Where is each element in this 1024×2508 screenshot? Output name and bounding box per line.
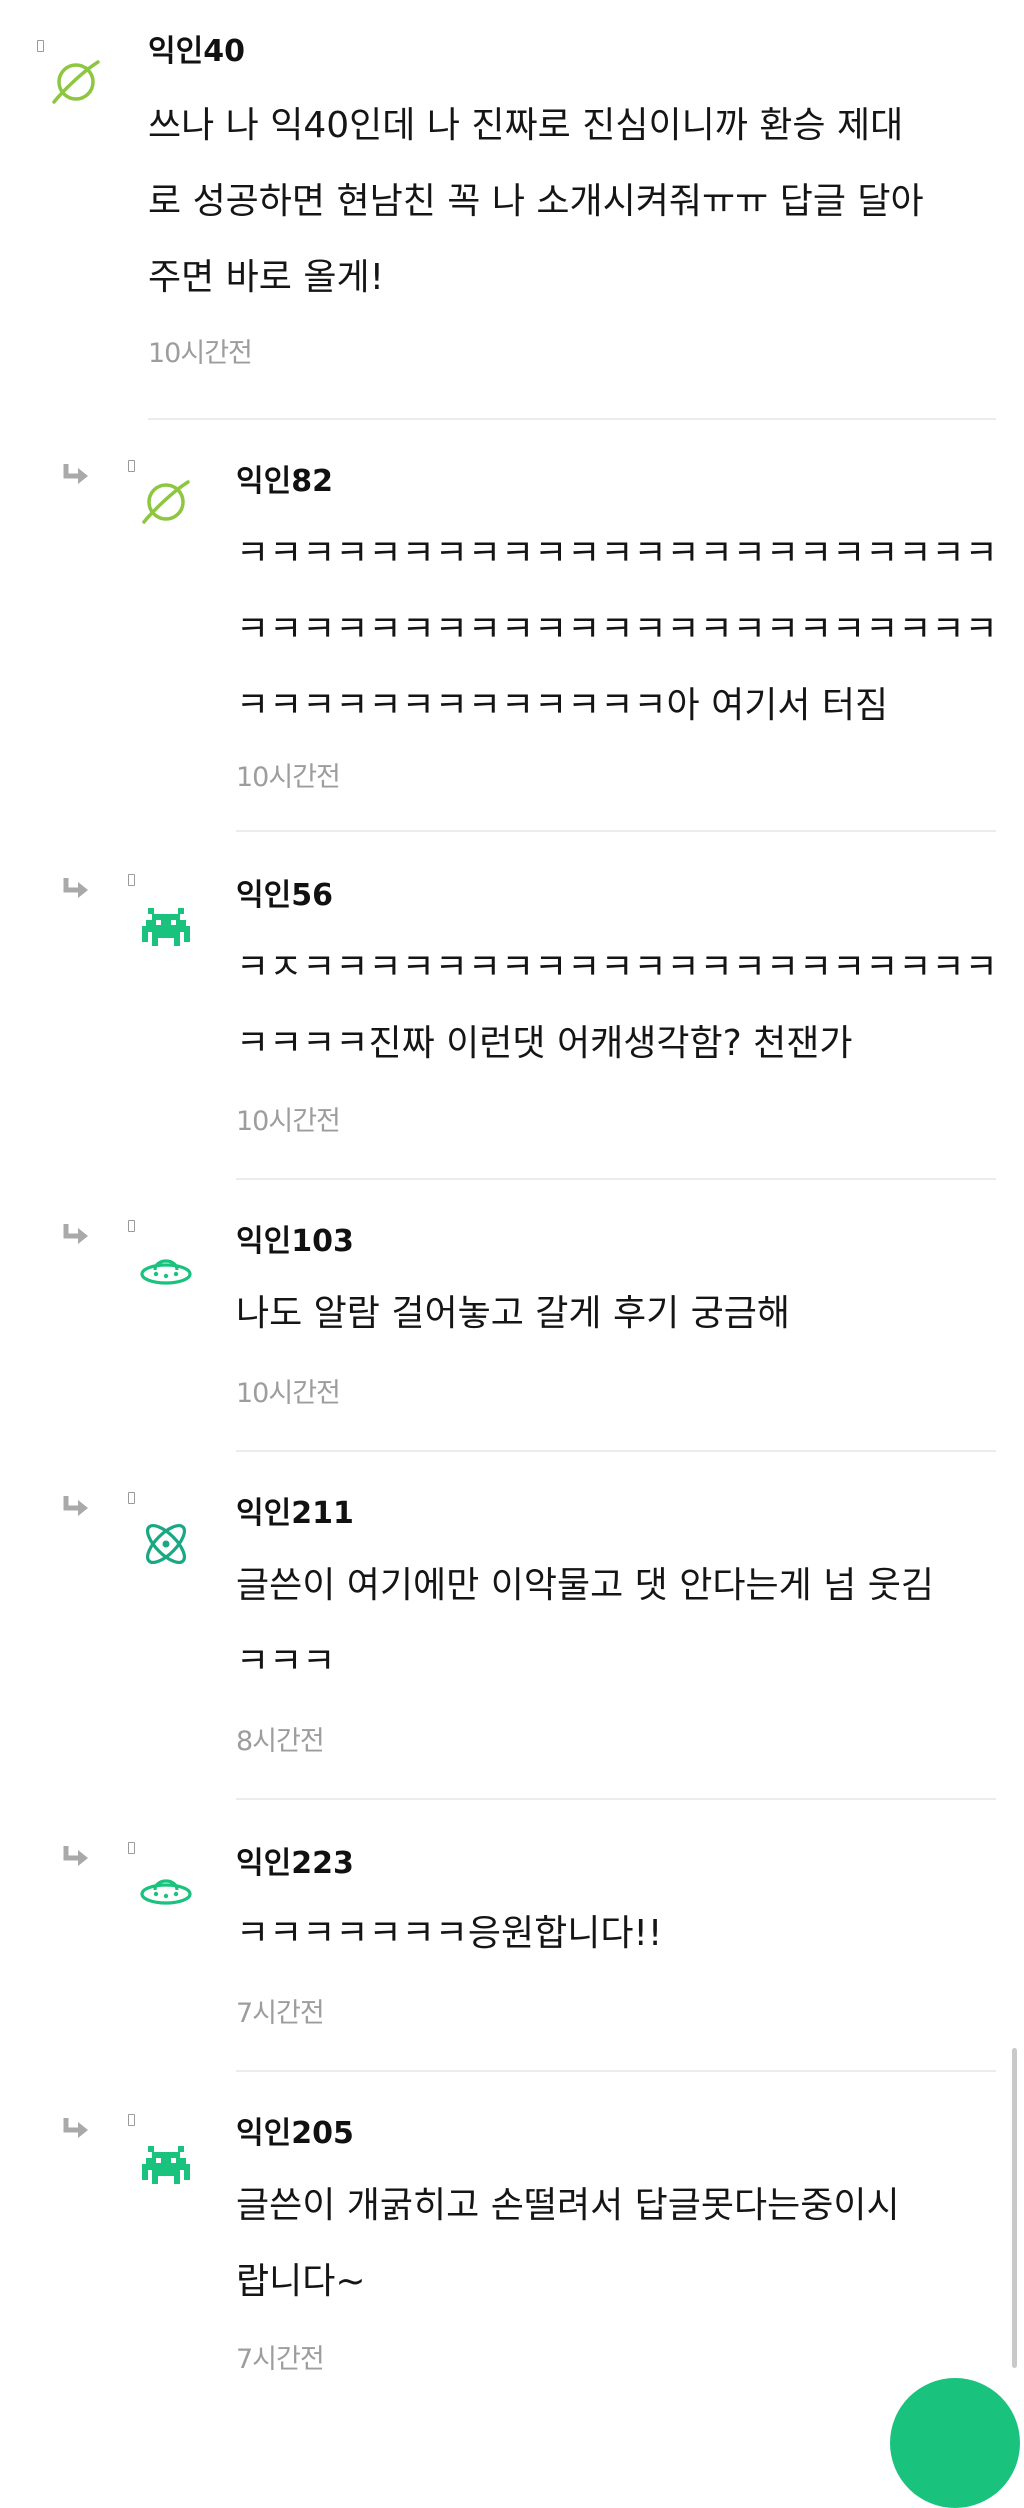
reply-item: 익인82 ㅋㅋㅋㅋㅋㅋㅋㅋㅋㅋㅋㅋㅋㅋㅋㅋㅋㅋㅋㅋㅋㅋㅋ ㅋㅋㅋㅋㅋㅋㅋㅋㅋㅋㅋ… bbox=[0, 420, 1024, 852]
comment-body: 나도 알람 걸어놓고 갈게 후기 궁금해 bbox=[236, 1276, 1016, 1352]
comment-time: 8시간전 bbox=[236, 1726, 325, 1757]
comment-item: 익인40 쓰나 나 익40인데 나 진짜로 진심이니까 환승 제대 로 성공하면… bbox=[0, 0, 1024, 420]
report-flag-icon[interactable] bbox=[128, 874, 135, 886]
report-flag-icon[interactable] bbox=[128, 460, 135, 472]
space-invader-icon bbox=[142, 2146, 190, 2184]
comment-time: 10시간전 bbox=[236, 762, 341, 793]
reply-item: 익인56 ㅋㅈㅋㅋㅋㅋㅋㅋㅋㅋㅋㅋㅋㅋㅋㅋㅋㅋㅋㅋㅋㅋㅋ ㅋㅋㅋㅋ진짜 이런댓 … bbox=[0, 852, 1024, 1200]
reply-arrow-icon bbox=[63, 1224, 88, 1244]
atom-icon bbox=[146, 1524, 186, 1564]
reply-arrow-icon bbox=[63, 2118, 88, 2138]
report-flag-icon[interactable] bbox=[128, 1492, 135, 1504]
reply-item: 익인223 ㅋㅋㅋㅋㅋㅋㅋ응원합니다!! 7시간전 bbox=[0, 1820, 1024, 2092]
comment-author: 익인82 bbox=[236, 464, 333, 499]
comment-body: 글쓴이 개굵히고 손떨려서 답글못다는중이시 랍니다~ bbox=[236, 2168, 1016, 2320]
reply-item: 익인205 글쓴이 개굵히고 손떨려서 답글못다는중이시 랍니다~ 7시간전 bbox=[0, 2092, 1024, 2392]
comment-time: 7시간전 bbox=[236, 2344, 325, 2375]
report-flag-icon[interactable] bbox=[37, 40, 44, 52]
comment-line: 주면 바로 올게! bbox=[148, 257, 385, 298]
comment-time: 10시간전 bbox=[236, 1106, 341, 1137]
report-flag-icon[interactable] bbox=[128, 2114, 135, 2126]
comment-line: ㅋㅈㅋㅋㅋㅋㅋㅋㅋㅋㅋㅋㅋㅋㅋㅋㅋㅋㅋㅋㅋㅋㅋ bbox=[236, 947, 998, 988]
comment-body: ㅋㅋㅋㅋㅋㅋㅋ응원합니다!! bbox=[236, 1896, 1016, 1972]
comment-line: 글쓴이 여기에만 이악물고 댓 안다는게 넘 웃김 bbox=[236, 1565, 934, 1606]
comment-line: 나도 알람 걸어놓고 갈게 후기 궁금해 bbox=[236, 1293, 791, 1334]
reply-item: 익인103 나도 알람 걸어놓고 갈게 후기 궁금해 10시간전 bbox=[0, 1200, 1024, 1472]
reply-item: 익인211 글쓴이 여기에만 이악물고 댓 안다는게 넘 웃김 ㅋㅋㅋ 8시간전 bbox=[0, 1472, 1024, 1820]
report-flag-icon[interactable] bbox=[128, 1842, 135, 1854]
comment-body: ㅋㅋㅋㅋㅋㅋㅋㅋㅋㅋㅋㅋㅋㅋㅋㅋㅋㅋㅋㅋㅋㅋㅋ ㅋㅋㅋㅋㅋㅋㅋㅋㅋㅋㅋㅋㅋㅋㅋㅋ… bbox=[236, 516, 1016, 744]
reply-arrow-icon bbox=[63, 464, 88, 484]
ufo-icon bbox=[140, 1879, 192, 1905]
divider bbox=[236, 2070, 996, 2072]
report-flag-icon[interactable] bbox=[128, 1220, 135, 1232]
reply-arrow-icon bbox=[63, 1846, 88, 1866]
planet-icon bbox=[142, 480, 190, 524]
comment-body: 쓰나 나 익40인데 나 진짜로 진심이니까 환승 제대 로 성공하면 현남친 … bbox=[148, 88, 1018, 316]
comment-author: 익인211 bbox=[236, 1496, 354, 1531]
space-invader-icon bbox=[142, 908, 190, 946]
comment-line: ㅋㅋㅋㅋ진짜 이런댓 어캐생각함? 천잰가 bbox=[236, 1023, 853, 1064]
comment-line: 랍니다~ bbox=[236, 2261, 366, 2302]
comment-line: 로 성공하면 현남친 꼭 나 소개시켜줘ㅠㅠ 답글 달아 bbox=[148, 181, 924, 222]
comment-time: 10시간전 bbox=[236, 1378, 341, 1409]
comment-author: 익인223 bbox=[236, 1846, 354, 1881]
ufo-icon bbox=[140, 1259, 192, 1285]
comment-line: 쓰나 나 익40인데 나 진짜로 진심이니까 환승 제대 bbox=[148, 105, 904, 146]
comment-author: 익인56 bbox=[236, 878, 333, 913]
comment-line: ㅋㅋㅋㅋㅋㅋㅋㅋㅋㅋㅋㅋㅋ아 여기서 터짐 bbox=[236, 685, 889, 726]
comment-line: ㅋㅋㅋ bbox=[236, 1641, 336, 1682]
reply-arrow-icon bbox=[63, 1496, 88, 1516]
comment-author: 익인40 bbox=[148, 34, 245, 69]
floating-action-button[interactable] bbox=[890, 2378, 1020, 2508]
divider bbox=[236, 1798, 996, 1800]
comment-time: 7시간전 bbox=[236, 1998, 325, 2029]
comment-line: ㅋㅋㅋㅋㅋㅋㅋㅋㅋㅋㅋㅋㅋㅋㅋㅋㅋㅋㅋㅋㅋㅋㅋ bbox=[236, 609, 998, 650]
comment-line: 글쓴이 개굵히고 손떨려서 답글못다는중이시 bbox=[236, 2185, 900, 2226]
scrollbar[interactable] bbox=[1012, 2048, 1017, 2368]
planet-icon bbox=[52, 60, 100, 104]
comment-body: ㅋㅈㅋㅋㅋㅋㅋㅋㅋㅋㅋㅋㅋㅋㅋㅋㅋㅋㅋㅋㅋㅋㅋ ㅋㅋㅋㅋ진짜 이런댓 어캐생각함… bbox=[236, 930, 1016, 1082]
divider bbox=[236, 830, 996, 832]
divider bbox=[236, 1178, 996, 1180]
reply-arrow-icon bbox=[63, 878, 88, 898]
comment-time: 10시간전 bbox=[148, 338, 253, 369]
comment-author: 익인103 bbox=[236, 1224, 354, 1259]
divider bbox=[236, 1450, 996, 1452]
comment-line: ㅋㅋㅋㅋㅋㅋㅋ응원합니다!! bbox=[236, 1913, 663, 1954]
comment-author: 익인205 bbox=[236, 2116, 354, 2151]
comment-body: 글쓴이 여기에만 이악물고 댓 안다는게 넘 웃김 ㅋㅋㅋ bbox=[236, 1548, 1021, 1700]
comment-line: ㅋㅋㅋㅋㅋㅋㅋㅋㅋㅋㅋㅋㅋㅋㅋㅋㅋㅋㅋㅋㅋㅋㅋ bbox=[236, 533, 998, 574]
